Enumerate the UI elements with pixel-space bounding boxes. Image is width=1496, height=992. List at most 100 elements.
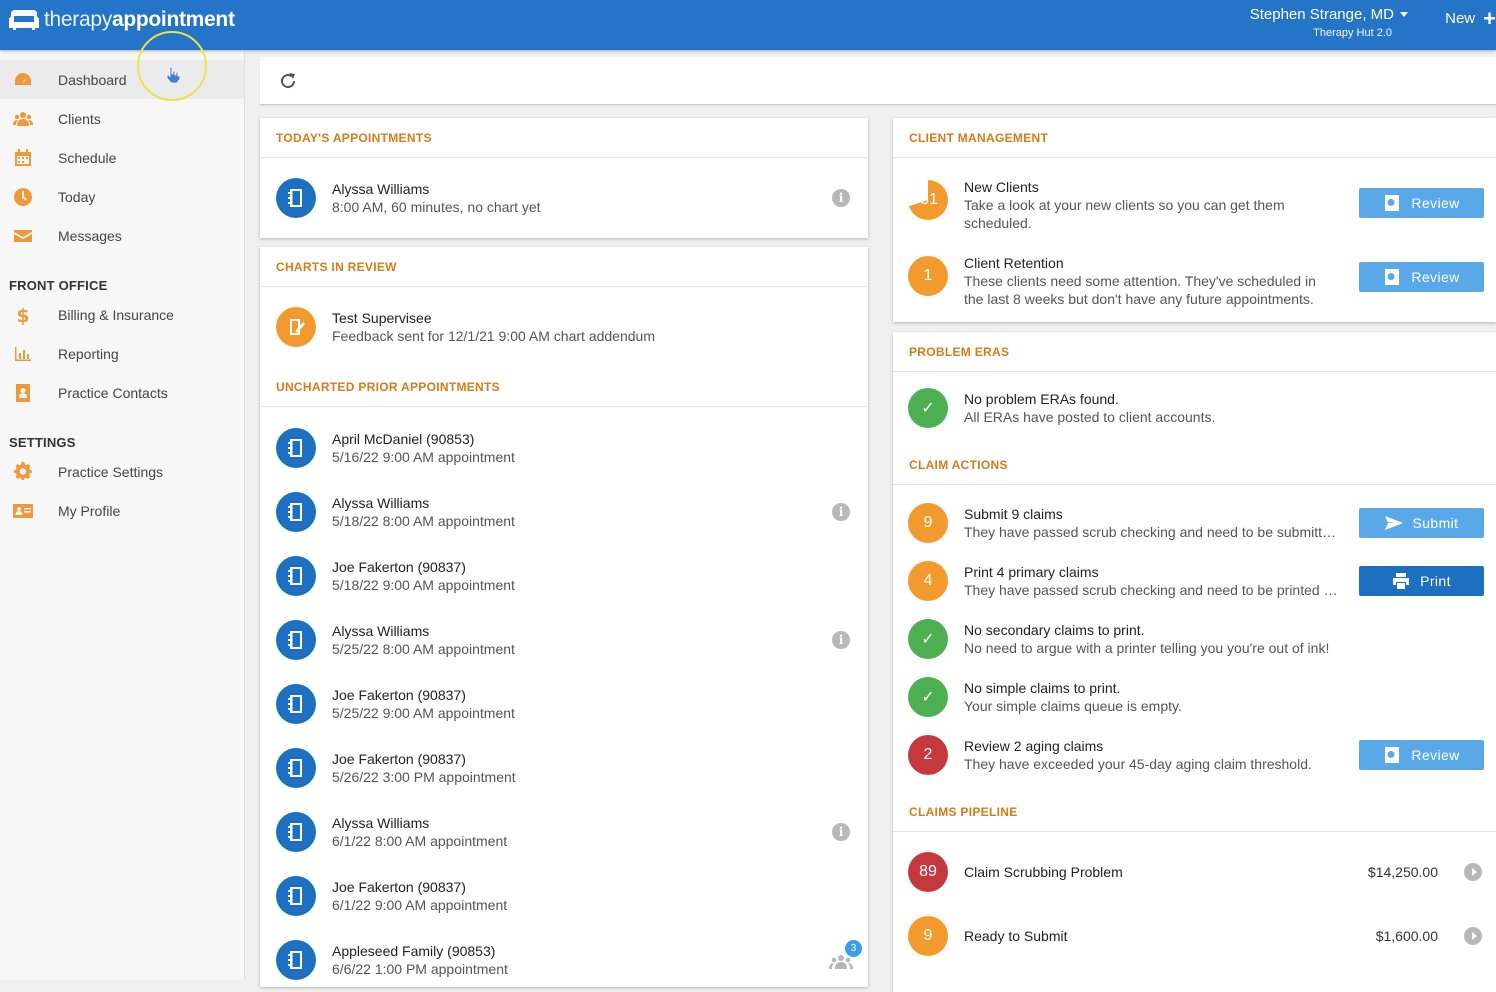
sidebar-item-practice-contacts[interactable]: Practice Contacts bbox=[0, 373, 244, 412]
row-detail: All ERAs have posted to client accounts. bbox=[964, 409, 1216, 425]
review-retention-button[interactable]: Review bbox=[1359, 262, 1484, 292]
row-detail: scheduled. bbox=[964, 215, 1032, 231]
search-document-icon bbox=[1385, 195, 1400, 211]
sidebar-item-reporting[interactable]: Reporting bbox=[0, 334, 244, 373]
chart-icon bbox=[276, 428, 316, 468]
appointment-detail: 5/18/22 8:00 AM appointment bbox=[332, 513, 515, 529]
app-logo[interactable]: therapyappointment bbox=[8, 6, 235, 34]
appointment-detail: 6/6/22 1:00 PM appointment bbox=[332, 961, 508, 977]
new-menu-button[interactable]: New + bbox=[1445, 7, 1496, 29]
sidebar-item-clients[interactable]: Clients bbox=[0, 99, 244, 138]
client-name: April McDaniel (90853) bbox=[332, 431, 475, 447]
appointment-detail: 6/1/22 8:00 AM appointment bbox=[332, 833, 508, 849]
count-badge: 89 bbox=[908, 852, 948, 892]
list-item: ✓ No problem ERAs found. All ERAs have p… bbox=[893, 388, 1496, 428]
chart-icon bbox=[276, 620, 316, 660]
row-title: Print 4 primary claims bbox=[964, 564, 1099, 580]
chevron-right-icon[interactable] bbox=[1464, 927, 1482, 945]
sidebar-item-schedule[interactable]: Schedule bbox=[0, 138, 244, 177]
chevron-right-icon[interactable] bbox=[1464, 863, 1482, 881]
client-name: Joe Fakerton (90837) bbox=[332, 751, 466, 767]
pipeline-label: Claim Scrubbing Problem bbox=[964, 864, 1123, 880]
list-item[interactable]: Appleseed Family (90853) 6/6/22 1:00 PM a… bbox=[260, 940, 868, 980]
contact-book-icon bbox=[12, 382, 34, 404]
info-icon[interactable]: i bbox=[832, 823, 850, 841]
list-item[interactable]: Joe Fakerton (90837) 5/25/22 9:00 AM appo… bbox=[260, 684, 868, 724]
info-icon[interactable]: i bbox=[832, 503, 850, 521]
sidebar-item-label: Messages bbox=[58, 227, 122, 244]
svg-text:$: $ bbox=[16, 305, 29, 325]
count: 81 bbox=[920, 191, 938, 208]
row-title: Submit 9 claims bbox=[964, 506, 1063, 522]
sidebar-item-messages[interactable]: Messages bbox=[0, 216, 244, 255]
print-claims-button[interactable]: Print bbox=[1359, 566, 1484, 596]
group-icon[interactable]: 3 bbox=[828, 940, 862, 970]
row-title: No secondary claims to print. bbox=[964, 622, 1145, 638]
row-detail: No need to argue with a printer telling … bbox=[964, 640, 1330, 656]
client-name: Joe Fakerton (90837) bbox=[332, 559, 466, 575]
list-item[interactable]: Alyssa Williams 5/18/22 8:00 AM appointme… bbox=[260, 492, 868, 532]
client-name: Joe Fakerton (90837) bbox=[332, 687, 466, 703]
card-title: CLAIMS PIPELINE bbox=[893, 792, 1496, 832]
list-item[interactable]: Joe Fakerton (90837) 5/26/22 3:00 PM appo… bbox=[260, 748, 868, 788]
checkmark-icon: ✓ bbox=[908, 677, 948, 717]
list-item-text: Alyssa Williams 8:00 AM, 60 minutes, no … bbox=[332, 180, 868, 216]
caret-down-icon bbox=[1400, 12, 1408, 17]
pipeline-amount: $1,600.00 bbox=[1375, 928, 1438, 944]
row-title: New Clients bbox=[964, 179, 1039, 195]
sidebar-item-my-profile[interactable]: My Profile bbox=[0, 491, 244, 530]
sidebar-item-label: Practice Settings bbox=[58, 463, 164, 480]
card-title: TODAY'S APPOINTMENTS bbox=[260, 118, 868, 158]
chart-icon bbox=[276, 876, 316, 916]
count-badge: 9 bbox=[908, 503, 948, 543]
button-label: Submit bbox=[1412, 515, 1459, 531]
row-detail: Your simple claims queue is empty. bbox=[964, 698, 1182, 714]
list-item[interactable]: Test Supervisee Feedback sent for 12/1/2… bbox=[260, 307, 868, 347]
info-icon[interactable]: i bbox=[832, 189, 850, 207]
count-badge: 2 bbox=[908, 735, 948, 775]
practice-name: Therapy Hut 2.0 bbox=[1313, 27, 1392, 39]
list-item: ✓ No secondary claims to print. No need t… bbox=[893, 619, 1496, 659]
chart-icon bbox=[276, 940, 316, 980]
button-label: Print bbox=[1420, 573, 1451, 589]
list-item[interactable]: April McDaniel (90853) 5/16/22 9:00 AM ap… bbox=[260, 428, 868, 468]
sidebar-item-billing[interactable]: $ Billing & Insurance bbox=[0, 295, 244, 334]
client-name: Joe Fakerton (90837) bbox=[332, 879, 466, 895]
checkmark-icon: ✓ bbox=[908, 388, 948, 428]
sidebar-item-label: Dashboard bbox=[58, 71, 127, 88]
top-bar: therapyappointment Stephen Strange, MD T… bbox=[0, 0, 1496, 50]
billing-card: PROBLEM ERAS ✓ No problem ERAs found. Al… bbox=[893, 332, 1496, 992]
todays-appointments-card: TODAY'S APPOINTMENTS Alyssa Williams 8:0… bbox=[260, 118, 868, 238]
new-label: New bbox=[1445, 10, 1476, 27]
review-new-clients-button[interactable]: Review bbox=[1359, 188, 1484, 218]
list-item[interactable]: Joe Fakerton (90837) 5/18/22 9:00 AM appo… bbox=[260, 556, 868, 596]
dollar-icon: $ bbox=[12, 304, 34, 326]
sidebar-item-label: Today bbox=[58, 188, 96, 205]
row-detail: They have passed scrub checking and need… bbox=[964, 582, 1338, 598]
count-badge: 4 bbox=[908, 561, 948, 601]
sidebar-item-today[interactable]: Today bbox=[0, 177, 244, 216]
bar-chart-icon bbox=[12, 343, 34, 365]
pipeline-row[interactable]: 89 Claim Scrubbing Problem $14,250.00 bbox=[893, 852, 1496, 892]
submit-claims-button[interactable]: Submit bbox=[1359, 508, 1484, 538]
couch-logo-icon bbox=[9, 10, 39, 30]
list-item[interactable]: Joe Fakerton (90837) 6/1/22 9:00 AM appoi… bbox=[260, 876, 868, 916]
sidebar-item-label: Clients bbox=[58, 110, 101, 127]
list-item[interactable]: Alyssa Williams 5/25/22 8:00 AM appointme… bbox=[260, 620, 868, 660]
id-card-icon bbox=[12, 500, 34, 522]
sidebar-item-dashboard[interactable]: Dashboard bbox=[0, 60, 244, 99]
sidebar-item-label: Billing & Insurance bbox=[58, 306, 174, 323]
sidebar-item-practice-settings[interactable]: Practice Settings bbox=[0, 452, 244, 491]
list-item: ✓ No simple claims to print. Your simple … bbox=[893, 677, 1496, 717]
info-icon[interactable]: i bbox=[832, 631, 850, 649]
client-name: Alyssa Williams bbox=[332, 815, 430, 831]
refresh-icon[interactable] bbox=[278, 71, 298, 91]
list-item[interactable]: Alyssa Williams 6/1/22 8:00 AM appointmen… bbox=[260, 812, 868, 852]
gear-icon bbox=[12, 461, 34, 483]
button-label: Review bbox=[1411, 747, 1460, 763]
user-menu[interactable]: Stephen Strange, MD Therapy Hut 2.0 bbox=[1250, 6, 1408, 39]
users-icon bbox=[12, 108, 34, 130]
review-aging-claims-button[interactable]: Review bbox=[1359, 740, 1484, 770]
sidebar-item-label: Practice Contacts bbox=[58, 384, 168, 401]
pipeline-row[interactable]: 9 Ready to Submit $1,600.00 bbox=[893, 916, 1496, 956]
